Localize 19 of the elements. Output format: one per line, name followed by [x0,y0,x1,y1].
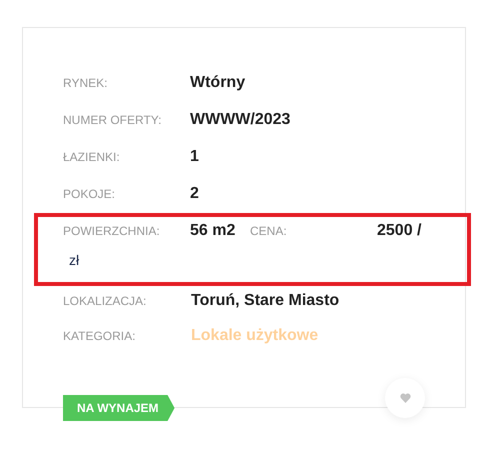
field-label: POWIERZCHNIA: [63,224,161,238]
field-value: Toruń, Stare Miasto [191,292,340,310]
field-value: WWWW/2023 [190,110,290,128]
field-label: KATEGORIA: [63,329,136,343]
field-value: 1 [190,148,199,166]
rent-tag: NA WYNAJEM [63,395,175,421]
field-value: Wtórny [190,74,246,92]
field-value: 2 [190,184,199,202]
currency-unit: zł [69,252,80,268]
field-value: 56 m2 [190,222,236,240]
field-label: CENA: [250,224,288,238]
field-label: RYNEK: [63,76,108,90]
field-label: NUMER OFERTY: [63,112,162,126]
field-label: ŁAZIENKI: [63,150,121,164]
field-label: LOKALIZACJA: [63,294,148,308]
category-link[interactable]: Lokale użytkowe [191,327,318,345]
field-label: POKOJE: [63,186,116,200]
field-value: 2500 / [377,222,422,240]
favorite-button[interactable] [385,378,425,418]
